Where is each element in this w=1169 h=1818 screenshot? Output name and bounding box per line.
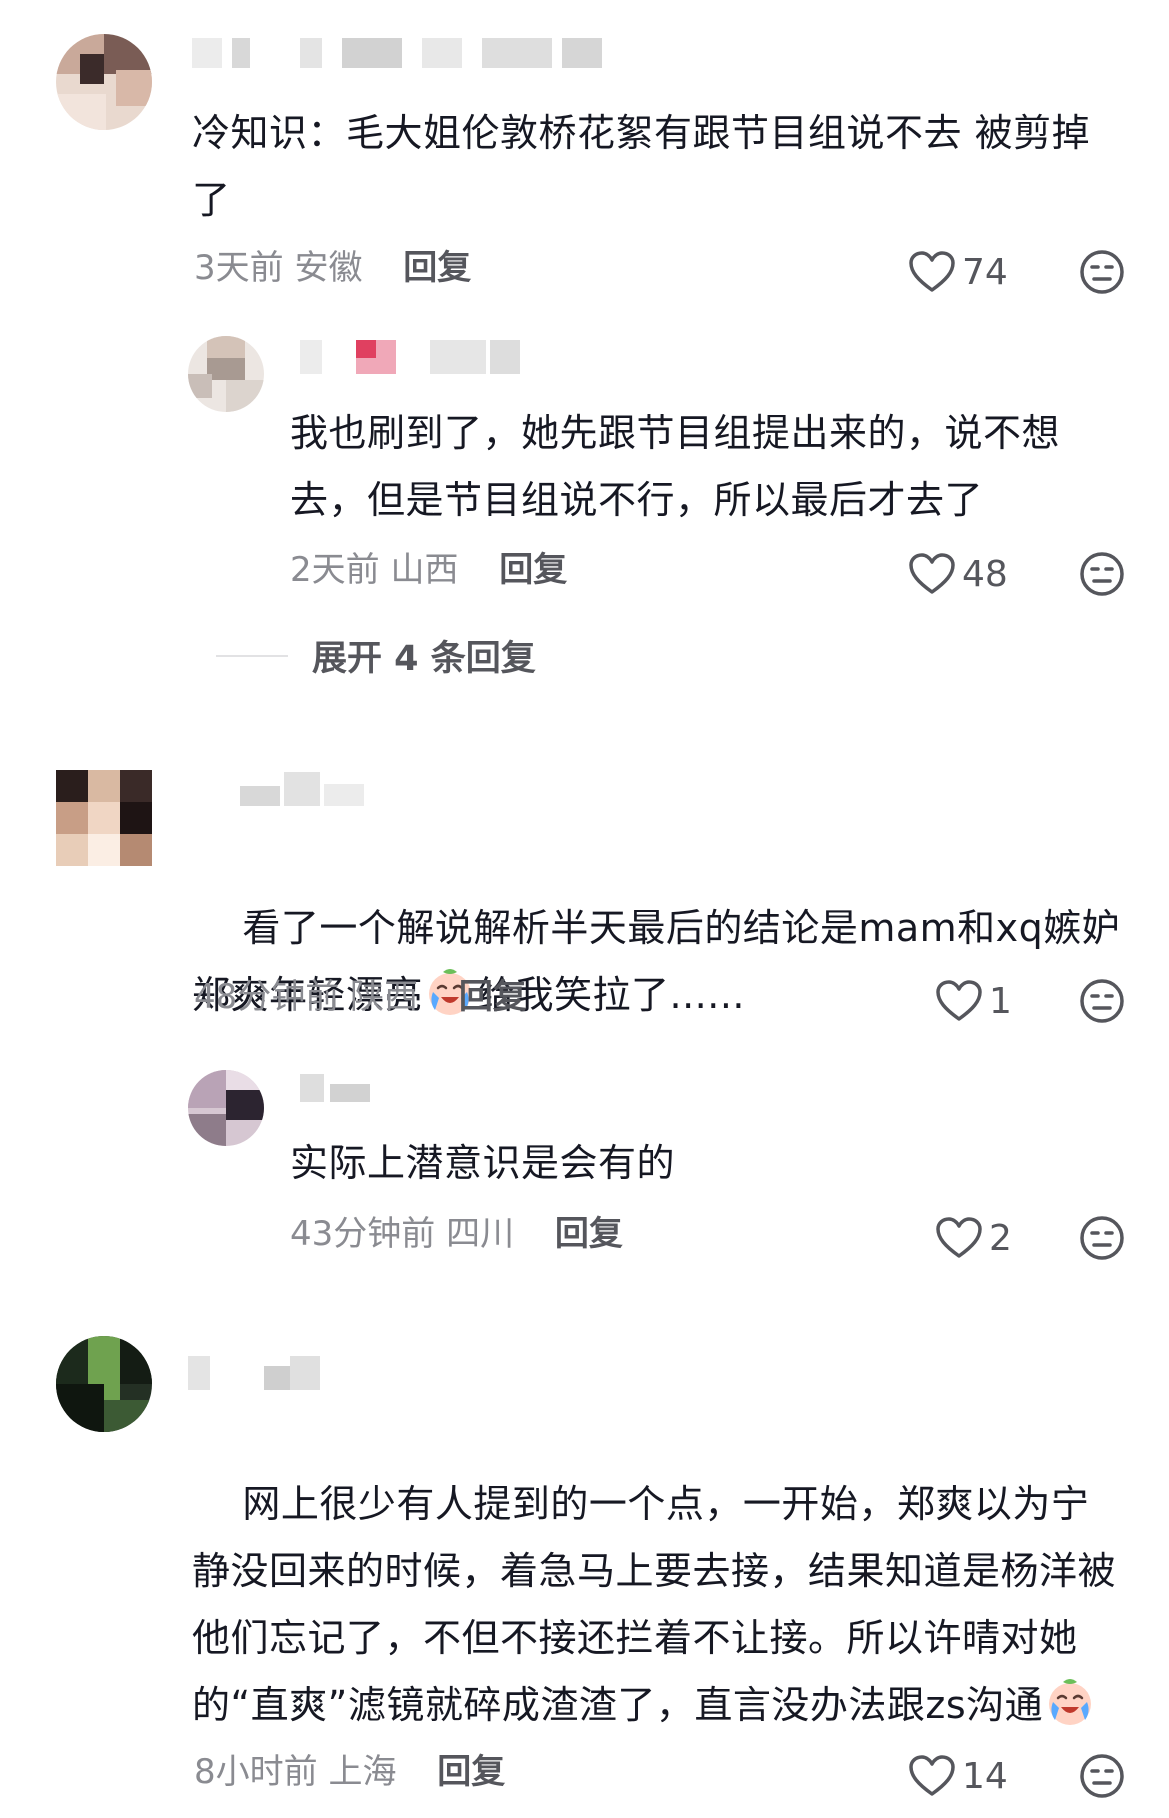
comment-time: 8小时前 (194, 1752, 318, 1792)
like-button[interactable]: 1 (935, 979, 1012, 1023)
reply-time: 2天前 (290, 550, 380, 590)
reply-avatar[interactable] (188, 1070, 264, 1146)
expand-replies-label: 展开 4 条回复 (312, 639, 536, 679)
reply-text: 实际上潜意识是会有的 (290, 1141, 676, 1185)
dislike-face-icon[interactable] (1079, 1753, 1125, 1799)
reply-button[interactable]: 回复 (437, 1752, 505, 1792)
comment-time: 3天前 (194, 248, 284, 288)
comment-location: 安徽 (294, 248, 363, 288)
comment-text-part: 网上很少有人提到的一个点，一开始，郑爽以为宁静没回来的时候，着急马上要去接，结果… (192, 1482, 1117, 1727)
comment-time: 48分钟前 (194, 977, 340, 1017)
comment-meta: 3天前 安徽 回复 (194, 248, 471, 288)
reply-avatar[interactable] (188, 336, 264, 412)
heart-icon (936, 980, 982, 1021)
like-button[interactable]: 2 (935, 1216, 1012, 1260)
dislike-face-icon[interactable] (1079, 551, 1125, 597)
like-count: 74 (962, 251, 1008, 293)
reply-button[interactable]: 回复 (555, 1214, 623, 1254)
reply-button[interactable]: 回复 (459, 977, 527, 1017)
like-count: 14 (962, 1755, 1008, 1797)
avatar[interactable] (56, 1336, 152, 1432)
like-button[interactable]: 14 (908, 1754, 1008, 1798)
like-count: 2 (989, 1217, 1012, 1259)
heart-icon (936, 1217, 982, 1258)
avatar[interactable] (56, 34, 152, 130)
heart-icon (909, 1755, 955, 1796)
reply-username-blurred[interactable] (300, 340, 550, 374)
username-blurred[interactable] (240, 772, 380, 806)
heart-icon (909, 251, 955, 292)
heart-icon (909, 553, 955, 594)
reply-location: 山西 (390, 550, 459, 590)
comment-text: 冷知识：毛大姐伦敦桥花絮有跟节目组说不去 被剪掉了 (192, 111, 1091, 222)
username-blurred[interactable] (188, 1356, 328, 1390)
comment-text: 看了一个解说解析半天最后的结论是mam和xq嫉妒郑爽年轻漂亮 给我笑拉了.....… (192, 828, 1137, 1096)
avatar[interactable] (56, 770, 152, 866)
comment-location: 上海 (328, 1752, 397, 1792)
comment-meta: 48分钟前 陕西 回复 (194, 977, 527, 1017)
reply-meta: 43分钟前 四川 回复 (290, 1214, 623, 1254)
username-blurred[interactable] (192, 38, 612, 68)
reply-button[interactable]: 回复 (403, 248, 471, 288)
dislike-face-icon[interactable] (1079, 249, 1125, 295)
like-button[interactable]: 74 (908, 250, 1008, 294)
reply-time: 43分钟前 (290, 1214, 436, 1254)
reply-username-blurred[interactable] (300, 1074, 400, 1102)
reply-button[interactable]: 回复 (499, 550, 567, 590)
comment-meta: 8小时前 上海 回复 (194, 1752, 505, 1792)
like-button[interactable]: 48 (908, 552, 1008, 596)
comment-text: 网上很少有人提到的一个点，一开始，郑爽以为宁静没回来的时候，着急马上要去接，结果… (192, 1404, 1117, 1806)
reply-text: 我也刷到了，她先跟节目组提出来的，说不想去，但是节目组说不行，所以最后才去了 (290, 411, 1061, 522)
like-count: 48 (962, 553, 1008, 595)
like-count: 1 (989, 980, 1012, 1022)
dislike-face-icon[interactable] (1079, 978, 1125, 1024)
reply-meta: 2天前 山西 回复 (290, 550, 567, 590)
comment-location: 陕西 (350, 977, 419, 1017)
expand-replies-button[interactable]: 展开 4 条回复 (216, 630, 536, 681)
reply-location: 四川 (446, 1214, 515, 1254)
divider (216, 654, 288, 657)
dislike-face-icon[interactable] (1079, 1215, 1125, 1261)
crying-laughing-emoji-icon (1049, 1679, 1092, 1725)
